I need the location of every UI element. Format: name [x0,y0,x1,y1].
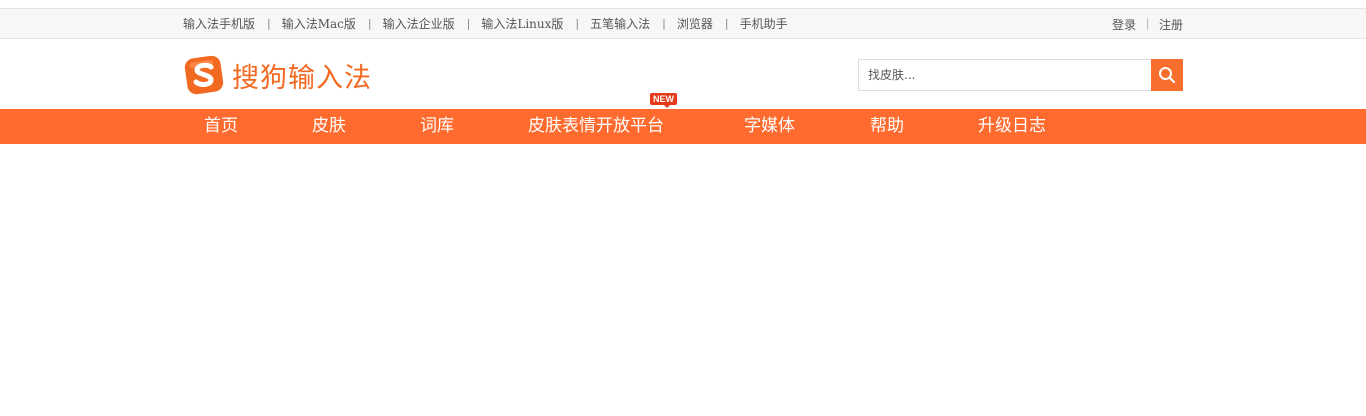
link-phone-assistant[interactable]: 手机助手 [740,15,788,32]
link-separator: | [724,17,729,30]
top-utility-bar-inner: 输入法手机版 | 输入法Mac版 | 输入法企业版 | 输入法Linux版 | … [183,9,1183,38]
search-icon [1159,67,1176,84]
search-button[interactable] [1151,59,1183,91]
nav-home[interactable]: 首页 [204,109,238,144]
auth-links: 登录 注册 [1112,9,1183,39]
link-mobile-version[interactable]: 输入法手机版 [183,15,255,32]
link-separator: | [267,17,271,30]
top-utility-bar: 输入法手机版 | 输入法Mac版 | 输入法企业版 | 输入法Linux版 | … [0,8,1366,39]
login-link[interactable]: 登录 [1112,16,1136,33]
link-enterprise-version[interactable]: 输入法企业版 [383,15,455,32]
nav-help[interactable]: 帮助 [870,109,904,144]
new-badge: NEW [650,93,677,108]
nav-changelog[interactable]: 升级日志 [978,109,1046,144]
brand-name: 搜狗输入法 [232,62,372,94]
nav-font-media[interactable]: 字媒体 [744,109,795,144]
nav-open-platform[interactable]: 皮肤表情开放平台 [528,109,664,144]
auth-divider [1146,18,1148,30]
skin-search [858,59,1183,91]
link-linux-version[interactable]: 输入法Linux版 [481,15,563,32]
product-links: 输入法手机版 | 输入法Mac版 | 输入法企业版 | 输入法Linux版 | … [183,9,788,38]
link-browser[interactable]: 浏览器 [677,15,713,32]
site-logo[interactable]: 搜狗输入法 [183,54,372,96]
main-nav: 首页 皮肤 词库 皮肤表情开放平台 字媒体 帮助 升级日志 [0,109,1366,144]
skin-search-input[interactable] [858,59,1151,91]
site-header: 搜狗输入法 [0,40,1366,109]
link-separator: | [575,17,580,30]
link-separator: | [466,17,471,30]
link-separator: | [367,17,372,30]
link-separator: | [662,17,666,30]
nav-dictionary[interactable]: 词库 [420,109,454,144]
link-mac-version[interactable]: 输入法Mac版 [282,15,356,32]
register-link[interactable]: 注册 [1159,16,1183,33]
nav-skins[interactable]: 皮肤 [312,109,346,144]
link-wubi[interactable]: 五笔输入法 [590,15,650,32]
sogou-s-logo-icon [184,55,224,95]
